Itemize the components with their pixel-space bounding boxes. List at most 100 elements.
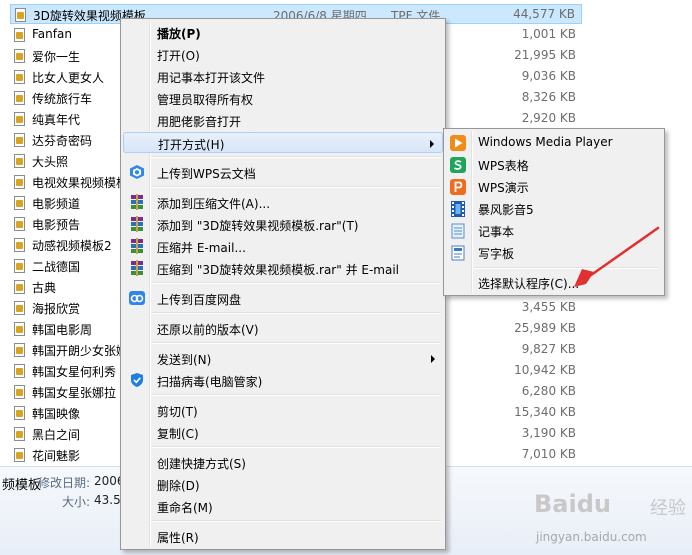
file-size: 3,190 KB (521, 426, 576, 440)
watermark-sub: 经验 (650, 498, 686, 519)
menu-item-play[interactable]: 播放(P) (123, 22, 443, 43)
menu-item-restore-versions[interactable]: 还原以前的版本(V) (123, 318, 443, 339)
menu-item-compress-rar-email[interactable]: 压缩到 "3D旋转效果视频模板.rar" 并 E-mail (123, 258, 443, 279)
file-size: 1,001 KB (521, 27, 576, 41)
menu-item-open-feipi[interactable]: 用肥佬影音打开 (123, 110, 443, 131)
winrar-icon (131, 238, 143, 254)
winrar-icon (131, 216, 143, 232)
notepad-icon (451, 223, 465, 239)
video-file-icon (14, 259, 25, 273)
video-file-icon (14, 448, 25, 462)
video-file-icon (14, 28, 25, 42)
menu-separator (151, 186, 441, 188)
menu-item-open-notepad[interactable]: 用记事本打开该文件 (123, 66, 443, 87)
file-name: 韩国女星何利秀 (32, 365, 117, 379)
menu-item-add-archive[interactable]: 添加到压缩文件(A)... (123, 192, 443, 213)
file-name: 韩国电影周 (32, 323, 93, 337)
menu-item-delete[interactable]: 删除(D) (123, 474, 443, 495)
submenu-arrow-icon (431, 355, 435, 363)
video-file-icon (14, 49, 25, 63)
file-size: 2,920 KB (521, 111, 576, 125)
file-name: 动感视频模板2 (32, 239, 112, 253)
file-name: 古典 (32, 281, 57, 295)
menu-item-open-with[interactable]: 打开方式(H) (123, 132, 443, 153)
file-size: 25,989 KB (514, 321, 576, 335)
video-file-icon (14, 427, 25, 441)
file-name: 电影频道 (32, 197, 81, 211)
submenu-arrow-icon (430, 140, 434, 148)
menu-separator (151, 312, 441, 314)
submenu-item-baofeng[interactable]: 暴风影音5 (446, 198, 662, 220)
file-size: 9,036 KB (521, 69, 576, 83)
baidu-watermark: Baidu 经验 jingyan.baidu.com (530, 490, 690, 552)
menu-item-rename[interactable]: 重命名(M) (123, 496, 443, 517)
file-size: 10,942 KB (514, 363, 576, 377)
shield-icon (131, 373, 143, 387)
submenu-item-wmp[interactable]: Windows Media Player (446, 132, 662, 154)
file-size: 15,340 KB (514, 405, 576, 419)
context-menu: 播放(P) 打开(O) 用记事本打开该文件 管理员取得所有权 用肥佬影音打开 打… (120, 18, 446, 550)
winrar-icon (131, 194, 143, 210)
video-file-icon (14, 238, 25, 252)
menu-item-upload-baidu[interactable]: 上传到百度网盘 (123, 288, 443, 309)
menu-item-take-ownership[interactable]: 管理员取得所有权 (123, 88, 443, 109)
menu-separator (151, 520, 441, 522)
details-modified-label: 修改日期: (38, 476, 91, 490)
file-size: 6,280 KB (521, 384, 576, 398)
submenu-item-wps-sheet[interactable]: WPS表格 (446, 154, 662, 176)
video-file-icon (14, 196, 25, 210)
baidu-netdisk-icon (129, 291, 145, 305)
menu-item-cut[interactable]: 剪切(T) (123, 400, 443, 421)
video-file-icon (14, 175, 25, 189)
film-icon (451, 201, 465, 217)
menu-item-add-rar[interactable]: 添加到 "3D旋转效果视频模板.rar"(T) (123, 214, 443, 235)
details-file-name: 频模板 (2, 478, 42, 493)
menu-item-copy[interactable]: 复制(C) (123, 422, 443, 443)
video-file-icon (14, 343, 25, 357)
file-name: 纯真年代 (32, 113, 81, 127)
watermark-url: jingyan.baidu.com (536, 530, 647, 544)
file-name: 二战德国 (32, 260, 81, 274)
video-file-icon (14, 112, 25, 126)
menu-item-open[interactable]: 打开(O) (123, 44, 443, 65)
winrar-icon (131, 260, 143, 276)
file-name: 黑白之间 (32, 428, 81, 442)
file-name: 比女人更女人 (32, 71, 105, 85)
menu-item-properties[interactable]: 属性(R) (123, 526, 443, 547)
file-name: 花间魅影 (32, 449, 81, 463)
menu-item-send-to[interactable]: 发送到(N) (123, 348, 443, 369)
file-size: 44,577 KB (513, 7, 575, 21)
menu-separator (151, 394, 441, 396)
file-name: 海报欣赏 (32, 302, 81, 316)
file-size: 7,010 KB (521, 447, 576, 461)
video-file-icon (14, 70, 25, 84)
file-size: 21,995 KB (514, 48, 576, 62)
video-file-icon (14, 280, 25, 294)
wps-spreadsheet-icon (450, 157, 466, 173)
wps-presentation-icon (450, 179, 466, 195)
details-size-value: 43.5 (94, 493, 121, 507)
annotation-arrow-icon (574, 226, 660, 287)
video-file-icon (14, 133, 25, 147)
file-name: 韩国映像 (32, 407, 81, 421)
file-name: 电影预告 (32, 218, 81, 232)
file-size: 8,326 KB (521, 90, 576, 104)
video-file-icon (14, 301, 25, 315)
video-file-icon (14, 385, 25, 399)
file-size: 9,827 KB (521, 342, 576, 356)
file-name: 传统旅行车 (32, 92, 93, 106)
video-file-icon (14, 91, 25, 105)
file-name: 韩国女星张娜拉 (32, 386, 117, 400)
menu-item-scan-virus[interactable]: 扫描病毒(电脑管家) (123, 370, 443, 391)
menu-item-compress-email[interactable]: 压缩并 E-mail... (123, 236, 443, 257)
video-file-icon (14, 322, 25, 336)
details-size-label: 大小: (62, 495, 91, 509)
watermark-brand: Baidu (534, 490, 611, 518)
menu-separator (151, 156, 441, 158)
menu-item-create-shortcut[interactable]: 创建快捷方式(S) (123, 452, 443, 473)
video-file-icon (14, 364, 25, 378)
menu-item-upload-wps[interactable]: 上传到WPS云文档 (123, 162, 443, 183)
submenu-item-wps-presentation[interactable]: WPS演示 (446, 176, 662, 198)
file-name: 达芬奇密码 (32, 134, 93, 148)
video-file-icon (14, 217, 25, 231)
